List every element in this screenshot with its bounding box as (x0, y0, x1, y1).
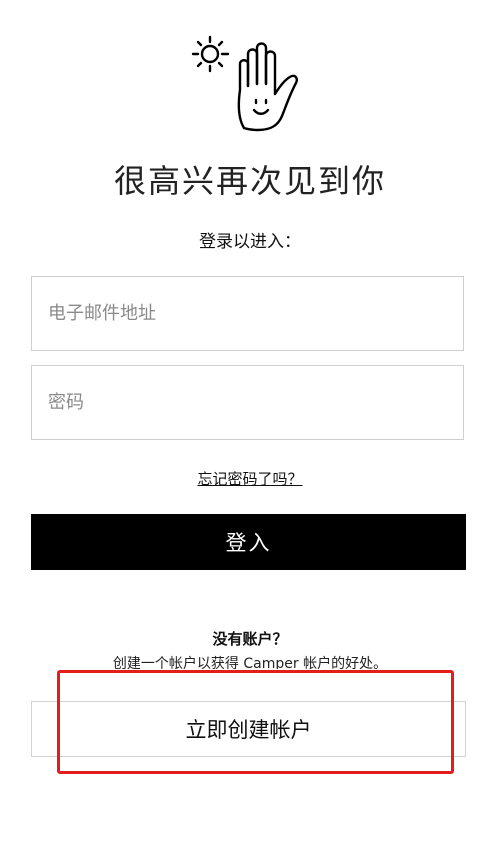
password-field[interactable] (31, 365, 464, 440)
forgot-password-link[interactable]: 忘记密码了吗？ (0, 468, 500, 489)
login-button[interactable]: 登入 (31, 514, 466, 570)
no-account-question: 没有账户？ (212, 630, 288, 648)
sun-and-waving-hand-icon (191, 35, 298, 132)
login-page: 很高兴再次见到你 登录以进入： 忘记密码了吗？ 登入 没有账户？ 创建一个帐户以… (0, 0, 500, 849)
account-benefit-text: 创建一个帐户以获得 Camper 帐户的好处。 (112, 656, 388, 669)
create-account-button[interactable]: 立即创建帐户 (31, 701, 466, 757)
page-title: 很高兴再次见到你 (113, 162, 386, 200)
login-subtitle: 登录以进入： (199, 232, 301, 252)
email-field[interactable] (31, 276, 464, 351)
